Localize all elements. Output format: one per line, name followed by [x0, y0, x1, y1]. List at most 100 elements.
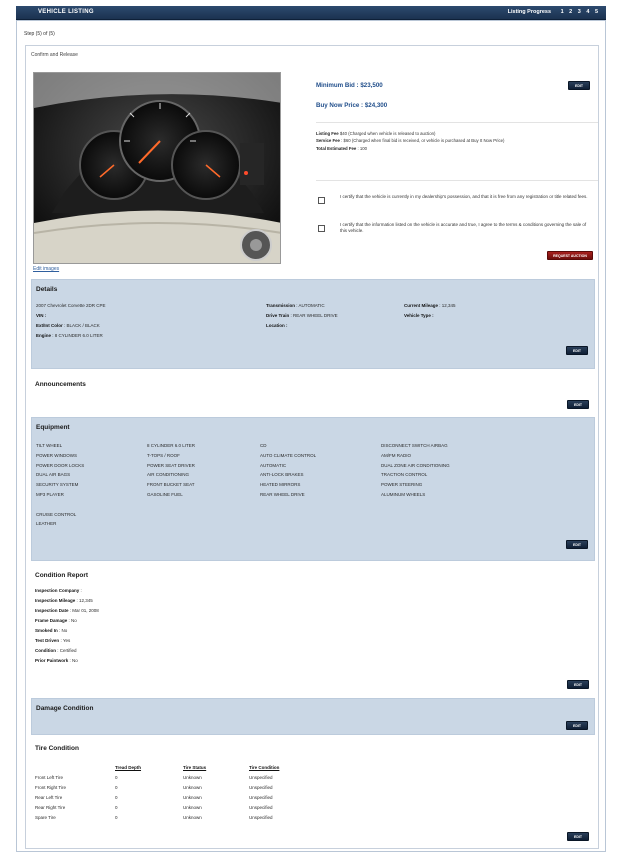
- fees-info: Listing Fee $40 (Charged when vehicle is…: [316, 130, 591, 152]
- progress-step-4[interactable]: 4: [586, 9, 589, 15]
- tire-status: Unknown: [183, 785, 202, 790]
- equipment-item: ALUMINUM WHEELS: [381, 491, 426, 497]
- drive-train-value: : REAR WHEEL DRIVE: [290, 313, 338, 318]
- tire-condition-section: Tire Condition Tread Depth Tire Status T…: [31, 739, 595, 849]
- equipment-col-3: CD AUTO CLIMATE CONTROL AUTOMATIC ANTI-L…: [260, 441, 316, 500]
- header-bar: VEHICLE LISTING Listing Progress 1 2 3 4…: [16, 6, 606, 20]
- vehicle-photo[interactable]: [33, 72, 281, 264]
- drive-train-label: Drive Train: [266, 313, 290, 318]
- tire-status: Unknown: [183, 815, 202, 820]
- request-auction-button[interactable]: REQUEST AUCTION: [547, 251, 593, 260]
- tread-depth: 0: [115, 775, 118, 780]
- equipment-item: [36, 500, 84, 510]
- equipment-item: DUAL AIR BAGS: [36, 472, 71, 478]
- edit-tire-button[interactable]: EDIT: [567, 832, 589, 841]
- progress-step-5[interactable]: 5: [595, 9, 598, 15]
- equipment-col-1: TILT WHEEL POWER WINDOWS POWER DOOR LOCK…: [36, 441, 84, 529]
- condition-report-section: Condition Report Inspection Company : In…: [31, 566, 595, 696]
- equipment-section: Equipment TILT WHEEL POWER WINDOWS POWER…: [31, 417, 595, 561]
- divider: [316, 180, 598, 181]
- equipment-item: MP3 PLAYER: [36, 491, 64, 497]
- certify-possession-checkbox[interactable]: [318, 197, 325, 204]
- equipment-item: DUAL ZONE AIR CONDITIONING: [381, 462, 450, 468]
- equipment-item: POWER SEAT DRIVER: [147, 462, 195, 468]
- transmission-label: Transmission: [266, 303, 296, 308]
- condition-label: Inspection Company: [35, 588, 80, 593]
- equipment-item: T-TOPS / ROOF: [147, 452, 180, 458]
- equipment-item: REAR WHEEL DRIVE: [260, 491, 305, 497]
- certify-accuracy-checkbox[interactable]: [318, 225, 325, 232]
- condition-value: : 12,345: [76, 598, 93, 603]
- condition-value: : No: [68, 618, 77, 623]
- tread-depth-header: Tread Depth: [115, 765, 142, 770]
- condition-label: Test Driven: [35, 638, 60, 643]
- condition-report-title: Condition Report: [35, 572, 89, 579]
- equipment-item: TILT WHEEL: [36, 443, 63, 448]
- transmission-value: : AUTOMATIC: [296, 303, 325, 308]
- condition-label: Inspection Date: [35, 608, 69, 613]
- equipment-item: CD: [260, 443, 267, 448]
- edit-pricing-button[interactable]: EDIT: [568, 81, 590, 90]
- condition-value: : Certified: [57, 648, 77, 653]
- details-col-3: Current Mileage : 12,345 Vehicle Type :: [404, 301, 456, 321]
- mileage-value: : 12,345: [439, 303, 456, 308]
- edit-images-link[interactable]: Edit images: [33, 266, 59, 272]
- vin-label: VIN :: [36, 313, 47, 318]
- tire-condition-header: Tire Condition: [249, 765, 280, 770]
- listing-fee-text: $40 (Charged when vehicle is released to…: [339, 131, 436, 136]
- equipment-item: TRACTION CONTROL: [381, 472, 428, 478]
- details-col-2: Transmission : AUTOMATIC Drive Train : R…: [266, 301, 338, 331]
- edit-condition-button[interactable]: EDIT: [567, 680, 589, 689]
- ext-int-label: Ext/Int Color: [36, 323, 63, 328]
- listing-panel: Step (5) of (5) Confirm and Release Edit…: [16, 20, 606, 852]
- equipment-item: AUTO CLIMATE CONTROL: [260, 452, 317, 458]
- equipment-item: AIR CONDITIONING: [147, 472, 190, 478]
- certify-accuracy-text: I certify that the information listed on…: [340, 222, 587, 234]
- confirm-panel: Confirm and Release Edit images Minimum …: [25, 45, 599, 849]
- condition-value: : No: [59, 628, 68, 633]
- condition-report-list: Inspection Company : Inspection Mileage …: [35, 586, 99, 666]
- tire-condition: Unspecified: [249, 775, 273, 780]
- details-col-1: 2007 Chevrolet Corvette 2DR CPE VIN : Ex…: [36, 301, 106, 341]
- tire-status-header: Tire Status: [183, 765, 207, 770]
- page-title: VEHICLE LISTING: [38, 9, 94, 15]
- progress-step-2[interactable]: 2: [569, 9, 572, 15]
- equipment-item: LEATHER: [36, 521, 57, 527]
- equipment-item: ANTI-LOCK BRAKES: [260, 472, 304, 478]
- edit-equipment-button[interactable]: EDIT: [566, 540, 588, 549]
- listing-progress: Listing Progress 1 2 3 4 5: [508, 9, 598, 15]
- tire-condition-title: Tire Condition: [35, 745, 79, 752]
- equipment-item: POWER DOOR LOCKS: [36, 462, 85, 468]
- engine-value: : 8 CYLINDER 6.0 LITER: [52, 333, 103, 338]
- equipment-item: CRUISE CONTROL: [36, 511, 77, 517]
- divider: [316, 122, 598, 123]
- condition-label: Inspection Mileage: [35, 598, 76, 603]
- tire-condition: Unspecified: [249, 785, 273, 790]
- progress-step-1[interactable]: 1: [561, 9, 564, 15]
- mileage-label: Current Mileage: [404, 303, 439, 308]
- tire-name: Front Right Tire: [35, 785, 67, 790]
- confirm-release-label: Confirm and Release: [31, 52, 78, 58]
- vehicle-name: 2007 Chevrolet Corvette 2DR CPE: [36, 303, 106, 308]
- condition-label: Smoked In: [35, 628, 58, 633]
- progress-step-3[interactable]: 3: [578, 9, 581, 15]
- tire-condition: Unspecified: [249, 795, 273, 800]
- engine-label: Engine: [36, 333, 52, 338]
- details-section: Details 2007 Chevrolet Corvette 2DR CPE …: [31, 279, 595, 369]
- announcements-section: Announcements EDIT: [31, 375, 595, 415]
- edit-damage-button[interactable]: EDIT: [566, 721, 588, 730]
- certify-possession-text: I certify that the vehicle is currently …: [340, 194, 588, 199]
- edit-announcements-button[interactable]: EDIT: [567, 400, 589, 409]
- tire-name: Rear Right Tire: [35, 805, 66, 810]
- equipment-item: FRONT BUCKET SEAT: [147, 482, 195, 488]
- tire-status: Unknown: [183, 805, 202, 810]
- edit-details-button[interactable]: EDIT: [566, 346, 588, 355]
- equipment-item: AUTOMATIC: [260, 462, 287, 468]
- damage-condition-section: Damage Condition EDIT: [31, 698, 595, 735]
- details-title: Details: [36, 286, 58, 293]
- equipment-item: 8 CYLINDER 6.0 LITER: [147, 443, 196, 448]
- step-indicator: Step (5) of (5): [24, 31, 55, 37]
- damage-condition-title: Damage Condition: [36, 705, 94, 712]
- condition-label: Condition: [35, 648, 56, 653]
- condition-value: : Yes: [60, 638, 71, 643]
